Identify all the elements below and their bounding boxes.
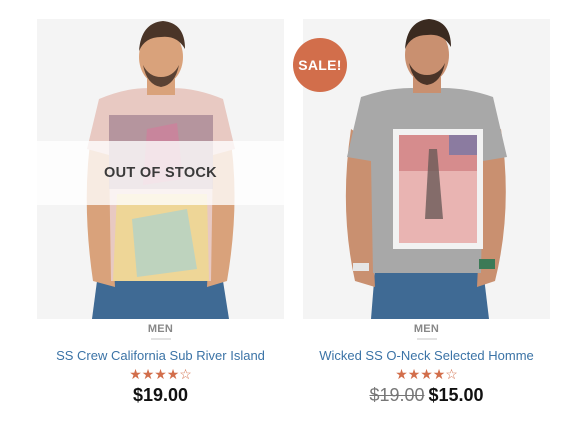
star-full-icon: ★ — [420, 366, 433, 382]
category-divider — [416, 338, 437, 340]
product-image[interactable]: OUT OF STOCK — [37, 19, 284, 319]
star-full-icon: ★ — [141, 366, 155, 382]
out-of-stock-overlay: OUT OF STOCK — [37, 141, 284, 205]
out-of-stock-label: OUT OF STOCK — [104, 165, 217, 181]
star-rating: ★ ★ ★ ★ ☆ — [303, 366, 550, 382]
star-full-icon: ★ — [154, 366, 167, 382]
star-empty-icon: ☆ — [179, 366, 192, 382]
star-full-icon: ★ — [407, 366, 421, 382]
star-full-icon: ★ — [129, 366, 142, 382]
product-image[interactable]: SALE! — [293, 19, 550, 319]
product-category[interactable]: MEN — [37, 323, 284, 335]
current-price: $19.00 — [132, 385, 189, 405]
product-category[interactable]: MEN — [303, 323, 550, 335]
old-price: $19.00 — [369, 385, 425, 405]
product-price: $19.00 $15.00 — [303, 385, 550, 406]
product-card[interactable]: SALE! MEN Wicked SS O-Neck Selected Homm… — [293, 19, 550, 406]
product-card[interactable]: OUT OF STOCK MEN SS Crew California Sub … — [37, 19, 284, 406]
star-empty-icon: ☆ — [445, 366, 458, 382]
product-price: $19.00 — [37, 385, 284, 406]
star-full-icon: ★ — [166, 366, 180, 382]
category-divider — [150, 338, 171, 340]
product-title-link[interactable]: SS Crew California Sub River Island — [37, 348, 284, 363]
star-full-icon: ★ — [395, 366, 408, 382]
current-price: $15.00 — [428, 385, 484, 405]
product-title-link[interactable]: Wicked SS O-Neck Selected Homme — [303, 348, 550, 363]
sale-badge: SALE! — [293, 38, 347, 92]
star-rating: ★ ★ ★ ★ ☆ — [37, 366, 284, 382]
star-full-icon: ★ — [432, 366, 446, 382]
